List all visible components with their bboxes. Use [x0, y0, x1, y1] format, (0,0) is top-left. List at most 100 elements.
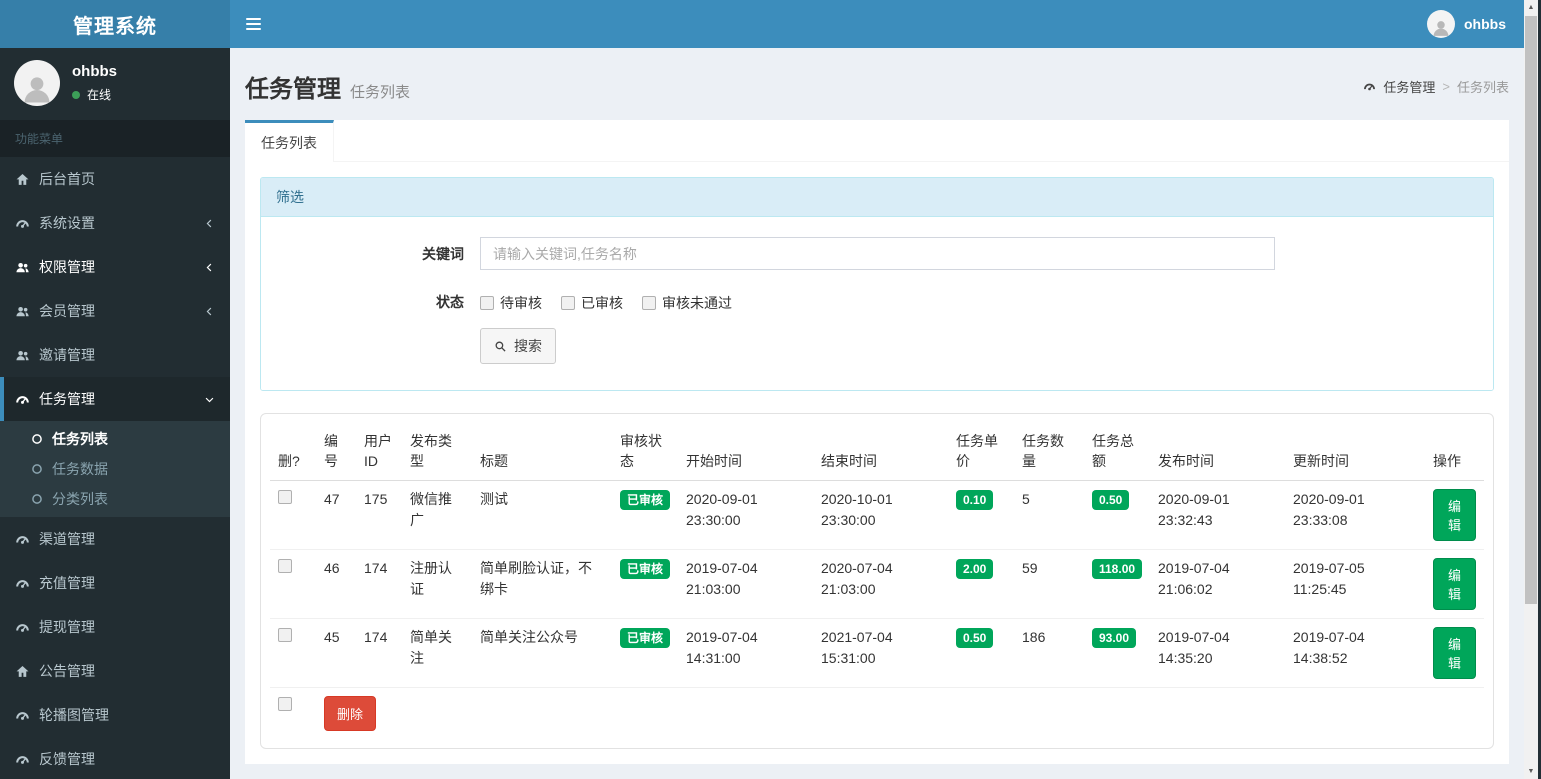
tachometer-icon — [15, 216, 30, 231]
user-menu[interactable]: ohbbs — [1409, 0, 1524, 48]
sidebar-item-label: 任务管理 — [39, 391, 95, 407]
sidebar-item-label: 权限管理 — [39, 259, 95, 275]
cell-title: 简单刷脸认证，不绑卡 — [472, 548, 612, 619]
row-select-checkbox[interactable] — [278, 489, 292, 504]
total-badge: 0.50 — [1092, 489, 1130, 510]
pending-checkbox[interactable] — [480, 296, 494, 310]
table-header-row: 删? 编号 用户ID 发布类型 标题 审核状态 开始时间 结束时间 任务单价 任… — [270, 423, 1484, 481]
sidebar-item-recharge[interactable]: 充值管理 — [0, 561, 230, 605]
sidebar-item-members[interactable]: 会员管理 — [0, 289, 230, 333]
edit-button[interactable]: 编辑 — [1433, 557, 1476, 610]
cell-update-time: 2019-07-05 11:25:45 — [1285, 548, 1425, 619]
tachometer-icon — [15, 392, 30, 407]
total-badge: 93.00 — [1092, 627, 1137, 648]
filter-panel-title: 筛选 — [261, 178, 1493, 217]
top-navbar: 管理系统 ohbbs — [0, 0, 1524, 48]
cell-end-time: 2021-07-04 15:31:00 — [813, 617, 948, 688]
col-header-publish: 发布时间 — [1150, 423, 1285, 481]
vertical-scrollbar[interactable]: ▲ ▼ — [1524, 0, 1538, 779]
chevron-down-icon — [204, 394, 215, 405]
sidebar-item-invitations[interactable]: 邀请管理 — [0, 333, 230, 377]
sidebar-item-system-settings[interactable]: 系统设置 — [0, 201, 230, 245]
sidebar-section-label: 功能菜单 — [0, 120, 230, 157]
filter-panel: 筛选 关键词 状态 待审核 — [260, 177, 1494, 391]
app-logo[interactable]: 管理系统 — [0, 0, 230, 48]
tab-task-list[interactable]: 任务列表 — [245, 120, 334, 162]
edit-button[interactable]: 编辑 — [1433, 626, 1476, 679]
col-header-update: 更新时间 — [1285, 423, 1425, 481]
status-option-rejected[interactable]: 审核未通过 — [642, 293, 732, 313]
sidebar-item-permissions[interactable]: 权限管理 — [0, 245, 230, 289]
sidebar-toggle-button[interactable] — [230, 0, 276, 48]
submenu-item-category-list[interactable]: 分类列表 — [0, 484, 230, 514]
home-icon — [15, 664, 30, 679]
cell-type: 微信推广 — [402, 479, 472, 550]
scrollbar-thumb[interactable] — [1525, 16, 1537, 604]
tasks-submenu: 任务列表 任务数据 分类列表 — [0, 421, 230, 517]
tachometer-icon — [15, 620, 30, 635]
cell-publish-time: 2019-07-04 21:06:02 — [1150, 548, 1285, 619]
sidebar-item-home[interactable]: 后台首页 — [0, 157, 230, 201]
sidebar-item-withdrawal[interactable]: 提现管理 — [0, 605, 230, 649]
breadcrumb: 任务管理 > 任务列表 — [1363, 77, 1509, 96]
sidebar-item-feedback[interactable]: 反馈管理 — [0, 737, 230, 779]
submenu-item-label: 任务列表 — [52, 431, 108, 447]
sidebar-user-panel: ohbbs 在线 — [0, 48, 230, 120]
sidebar: ohbbs 在线 功能菜单 后台首页 系统设置 权限管理 会员管理 邀请管理 任… — [0, 48, 230, 779]
col-header-type: 发布类型 — [402, 423, 472, 481]
sidebar-item-label: 后台首页 — [39, 171, 95, 187]
status-label: 状态 — [436, 294, 464, 310]
chevron-left-icon — [204, 262, 215, 273]
col-header-qty: 任务数量 — [1014, 423, 1084, 481]
task-table: 删? 编号 用户ID 发布类型 标题 审核状态 开始时间 结束时间 任务单价 任… — [270, 423, 1484, 739]
sidebar-item-label: 反馈管理 — [39, 751, 95, 767]
sidebar-item-label: 轮播图管理 — [39, 707, 109, 723]
edit-button[interactable]: 编辑 — [1433, 488, 1476, 541]
sidebar-item-carousel[interactable]: 轮播图管理 — [0, 693, 230, 737]
scroll-down-button[interactable]: ▼ — [1524, 764, 1538, 779]
scroll-up-button[interactable]: ▲ — [1524, 0, 1538, 15]
col-header-total: 任务总额 — [1084, 423, 1150, 481]
select-all-checkbox[interactable] — [278, 696, 292, 711]
tachometer-icon — [15, 752, 30, 767]
topbar-username: ohbbs — [1464, 16, 1506, 32]
users-icon — [15, 348, 30, 363]
submenu-item-task-data[interactable]: 任务数据 — [0, 454, 230, 484]
sidebar-item-announcements[interactable]: 公告管理 — [0, 649, 230, 693]
sidebar-item-tasks[interactable]: 任务管理 — [0, 377, 230, 421]
row-select-checkbox[interactable] — [278, 558, 292, 573]
cell-start-time: 2019-07-04 14:31:00 — [678, 617, 813, 688]
keyword-input[interactable] — [480, 237, 1275, 270]
breadcrumb-root-link[interactable]: 任务管理 — [1383, 77, 1435, 96]
online-status-dot — [72, 90, 80, 99]
sidebar-item-label: 公告管理 — [39, 663, 95, 679]
table-row: 47 175 微信推广 测试 已审核 2020-09-01 23:30:00 2… — [270, 479, 1484, 550]
price-badge: 0.10 — [956, 489, 994, 510]
sidebar-item-label: 充值管理 — [39, 575, 95, 591]
status-option-pending[interactable]: 待审核 — [480, 293, 542, 313]
search-icon — [494, 340, 507, 353]
sidebar-item-channels[interactable]: 渠道管理 — [0, 517, 230, 561]
table-row: 45 174 简单关注 简单关注公众号 已审核 2019-07-04 14:31… — [270, 617, 1484, 688]
submenu-item-label: 分类列表 — [52, 491, 108, 507]
table-row: 46 174 注册认证 简单刷脸认证，不绑卡 已审核 2019-07-04 21… — [270, 548, 1484, 619]
price-badge: 2.00 — [956, 558, 994, 579]
delete-button[interactable]: 删除 — [324, 695, 377, 731]
cell-type: 注册认证 — [402, 548, 472, 619]
cell-quantity: 5 — [1014, 479, 1084, 550]
row-select-checkbox[interactable] — [278, 627, 292, 642]
col-header-title: 标题 — [472, 423, 612, 481]
sidebar-user-status: 在线 — [72, 86, 117, 103]
sidebar-user-name: ohbbs — [72, 63, 117, 80]
home-icon — [15, 172, 30, 187]
search-button[interactable]: 搜索 — [480, 328, 556, 364]
cell-title: 简单关注公众号 — [472, 617, 612, 688]
cell-user-id: 174 — [356, 548, 402, 619]
approved-checkbox[interactable] — [561, 296, 575, 310]
rejected-checkbox[interactable] — [642, 296, 656, 310]
keyword-label: 关键词 — [422, 246, 464, 262]
status-option-approved[interactable]: 已审核 — [561, 293, 623, 313]
cell-update-time: 2020-09-01 23:33:08 — [1285, 479, 1425, 550]
submenu-item-task-list[interactable]: 任务列表 — [0, 424, 230, 454]
status-badge: 已审核 — [620, 489, 670, 510]
